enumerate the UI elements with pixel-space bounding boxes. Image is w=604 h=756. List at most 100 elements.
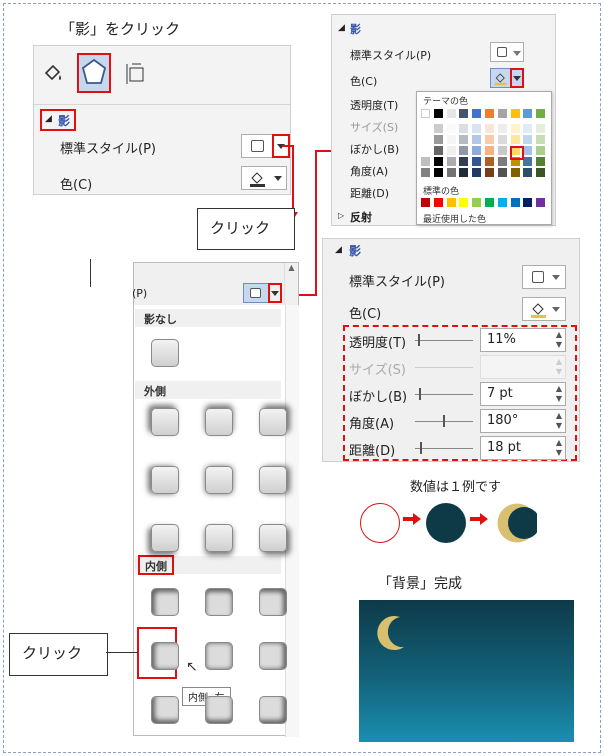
theme-swatch[interactable] xyxy=(459,157,469,166)
theme-swatch[interactable] xyxy=(459,146,469,155)
theme-swatch[interactable] xyxy=(485,135,494,144)
theme-swatch[interactable] xyxy=(472,135,482,144)
outer-shadow-preset[interactable] xyxy=(205,466,233,494)
theme-swatch[interactable] xyxy=(433,109,443,118)
blur-input[interactable]: 7 pt ▲ ▼ xyxy=(480,382,566,406)
outer-shadow-preset[interactable] xyxy=(259,524,287,552)
gallery-scrollbar[interactable] xyxy=(285,305,299,737)
outer-shadow-preset[interactable] xyxy=(259,466,287,494)
outer-shadow-preset[interactable] xyxy=(205,408,233,436)
palette-color-dropdown[interactable] xyxy=(510,68,524,88)
theme-swatch[interactable] xyxy=(497,109,507,118)
theme-swatch[interactable] xyxy=(421,124,430,133)
theme-color-grid[interactable] xyxy=(421,109,549,189)
theme-swatch[interactable] xyxy=(510,135,520,144)
theme-swatch[interactable] xyxy=(459,135,469,144)
theme-swatch[interactable] xyxy=(523,168,533,177)
standard-swatch[interactable] xyxy=(421,198,430,207)
inner-shadow-preset[interactable] xyxy=(259,696,287,724)
theme-swatch[interactable] xyxy=(446,124,456,133)
theme-swatch[interactable] xyxy=(433,124,443,133)
inner-shadow-preset[interactable] xyxy=(205,588,233,616)
standard-swatch[interactable] xyxy=(536,198,546,207)
theme-swatch[interactable] xyxy=(536,146,546,155)
theme-swatch[interactable] xyxy=(497,168,507,177)
angle-slider[interactable] xyxy=(443,415,445,427)
outer-shadow-preset[interactable] xyxy=(151,466,179,494)
theme-swatch[interactable] xyxy=(485,146,494,155)
theme-swatch[interactable] xyxy=(536,157,546,166)
theme-swatch[interactable] xyxy=(421,109,430,118)
outer-shadow-preset[interactable] xyxy=(151,408,179,436)
theme-swatch[interactable] xyxy=(421,168,430,177)
theme-swatch[interactable] xyxy=(523,135,533,144)
theme-swatch[interactable] xyxy=(523,124,533,133)
theme-swatch[interactable] xyxy=(459,109,469,118)
theme-swatch[interactable] xyxy=(485,124,494,133)
theme-swatch[interactable] xyxy=(472,168,482,177)
inner-shadow-preset[interactable] xyxy=(151,642,179,670)
theme-swatch[interactable] xyxy=(523,157,533,166)
color-button[interactable] xyxy=(241,166,287,190)
angle-input[interactable]: 180° ▲ ▼ xyxy=(480,409,566,433)
theme-swatch[interactable] xyxy=(433,135,443,144)
transparency-input[interactable]: 11% ▲ ▼ xyxy=(480,328,566,352)
theme-swatch[interactable] xyxy=(446,168,456,177)
distance-input[interactable]: 18 pt ▲ ▼ xyxy=(480,436,566,460)
theme-swatch[interactable] xyxy=(472,146,482,155)
theme-swatch[interactable] xyxy=(446,109,456,118)
theme-swatch[interactable] xyxy=(421,135,430,144)
theme-swatch[interactable] xyxy=(472,109,482,118)
transparency-slider[interactable] xyxy=(418,334,420,346)
theme-swatch[interactable] xyxy=(536,168,546,177)
gallery-dropdown-arrow[interactable] xyxy=(268,283,282,303)
standard-swatch[interactable] xyxy=(485,198,494,207)
standard-color-row[interactable] xyxy=(421,198,549,208)
fill-bucket-icon[interactable] xyxy=(42,62,64,84)
standard-swatch[interactable] xyxy=(472,198,482,207)
blur-slider[interactable] xyxy=(419,388,421,400)
theme-swatch[interactable] xyxy=(536,109,546,118)
theme-swatch[interactable] xyxy=(485,109,494,118)
shadow-section-header[interactable]: ◢ 影 xyxy=(40,109,76,131)
selected-theme-swatch[interactable] xyxy=(510,146,524,160)
standard-swatch[interactable] xyxy=(497,198,507,207)
outer-shadow-preset[interactable] xyxy=(205,524,233,552)
theme-swatch[interactable] xyxy=(485,157,494,166)
theme-swatch[interactable] xyxy=(446,157,456,166)
inner-shadow-preset[interactable] xyxy=(259,642,287,670)
theme-swatch[interactable] xyxy=(536,135,546,144)
inner-shadow-preset[interactable] xyxy=(259,588,287,616)
standard-swatch[interactable] xyxy=(510,198,520,207)
theme-swatch[interactable] xyxy=(459,124,469,133)
outer-shadow-preset[interactable] xyxy=(151,524,179,552)
standard-swatch[interactable] xyxy=(523,198,533,207)
theme-swatch[interactable] xyxy=(421,157,430,166)
theme-swatch[interactable] xyxy=(523,109,533,118)
inner-shadow-preset[interactable] xyxy=(151,696,179,724)
preset-button[interactable] xyxy=(241,134,273,158)
inner-shadow-preset[interactable] xyxy=(205,696,233,724)
distance-slider[interactable] xyxy=(420,442,422,454)
theme-swatch[interactable] xyxy=(472,124,482,133)
theme-swatch[interactable] xyxy=(421,146,430,155)
standard-swatch[interactable] xyxy=(459,198,469,207)
theme-swatch[interactable] xyxy=(497,157,507,166)
theme-swatch[interactable] xyxy=(510,109,520,118)
theme-swatch[interactable] xyxy=(433,157,443,166)
theme-swatch[interactable] xyxy=(523,146,533,155)
theme-swatch[interactable] xyxy=(510,124,520,133)
theme-swatch[interactable] xyxy=(497,124,507,133)
theme-swatch[interactable] xyxy=(497,135,507,144)
standard-swatch[interactable] xyxy=(446,198,456,207)
theme-swatch[interactable] xyxy=(536,124,546,133)
pane3-preset-button[interactable] xyxy=(522,265,566,289)
theme-swatch[interactable] xyxy=(472,157,482,166)
pane3-color-button[interactable] xyxy=(522,297,566,321)
gallery-preset-button[interactable] xyxy=(243,283,269,303)
theme-swatch[interactable] xyxy=(497,146,507,155)
theme-swatch[interactable] xyxy=(485,168,494,177)
effects-icon-selected[interactable] xyxy=(77,53,111,93)
palette-preset-button[interactable] xyxy=(490,42,524,62)
theme-swatch[interactable] xyxy=(433,168,443,177)
